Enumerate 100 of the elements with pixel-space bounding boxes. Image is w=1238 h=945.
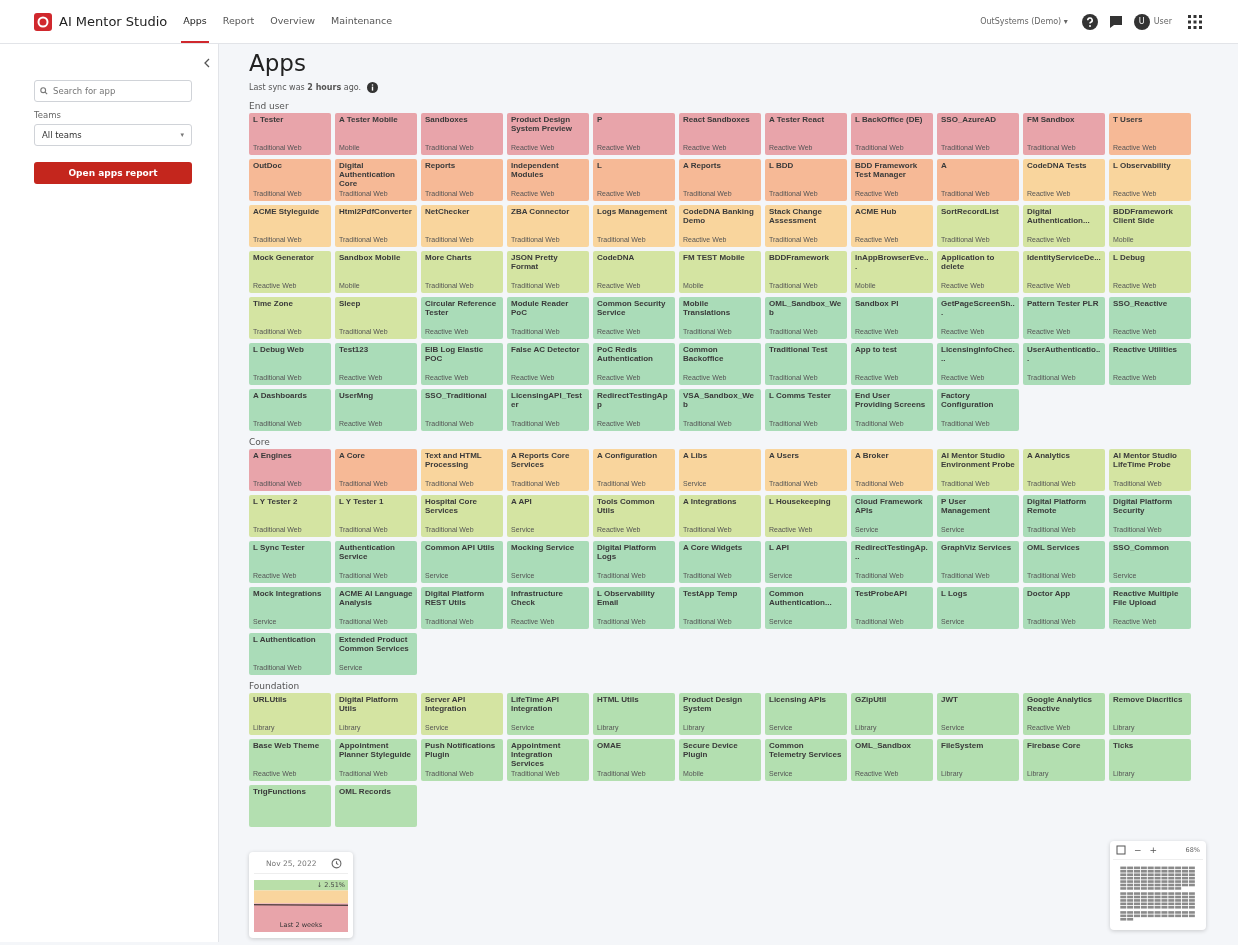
app-name: A Dashboards xyxy=(253,392,308,401)
app-name: Common Telemetry Services xyxy=(769,742,843,760)
app-name: Time Zone xyxy=(253,300,294,309)
app-name: URLUtils xyxy=(253,696,288,705)
app-name: P xyxy=(597,116,604,125)
app-name: Module Reader PoC xyxy=(511,300,570,318)
app-name: L Authentication xyxy=(253,636,317,645)
info-icon[interactable] xyxy=(367,82,379,93)
app-name: React Sandboxes xyxy=(683,116,751,125)
app-name: Appointment Integration Services xyxy=(511,742,562,769)
app-name: BDD Framework Test Manager xyxy=(855,162,919,180)
app-name: Common Authentication... xyxy=(769,590,833,608)
history-icon[interactable] xyxy=(331,858,342,869)
app-name: L Debug xyxy=(1113,254,1146,263)
app-name: Digital Platform Security xyxy=(1113,498,1174,516)
app-name: L BackOffice (DE) xyxy=(855,116,924,125)
app-name: L Y Tester 2 xyxy=(253,498,299,507)
search-field[interactable]: Search for app xyxy=(34,80,192,102)
app-name: Digital Platform Remote xyxy=(1027,498,1088,516)
app-name: Extended Product Common Services xyxy=(339,636,410,654)
app-name: Appointment Planner Styleguide xyxy=(339,742,413,760)
app-name: A Libs xyxy=(683,452,709,461)
app-name: RedirectTestingAp... xyxy=(855,544,929,562)
nav-tab[interactable]: Maintenance xyxy=(329,0,395,43)
app-name: False AC Detector xyxy=(511,346,581,355)
app-name: Mocking Service xyxy=(511,544,576,553)
app-name: FM TEST Mobile xyxy=(683,254,746,263)
chat-icon[interactable] xyxy=(1107,13,1124,30)
app-name: Circular Reference Tester xyxy=(425,300,498,318)
app-name: LifeTime API Integration xyxy=(511,696,560,714)
app-name: A Integrations xyxy=(683,498,738,507)
app-name: Common Backoffice xyxy=(683,346,725,364)
app-name: Base Web Theme xyxy=(253,742,321,751)
app-tile[interactable]: TrigFunctions xyxy=(249,785,331,827)
app-name: TrigFunctions xyxy=(253,788,307,797)
app-name: Google Analytics Reactive xyxy=(1027,696,1094,714)
app-name: OML Services xyxy=(1027,544,1081,553)
app-name: LicensingInfoChec... xyxy=(941,346,1015,364)
app-name: Test123 xyxy=(339,346,370,355)
app-name: TestApp Temp xyxy=(683,590,739,599)
app-name: Stack Change Assessment xyxy=(769,208,823,226)
app-name: Secure Device Plugin xyxy=(683,742,739,760)
app-name: Mock Integrations xyxy=(253,590,323,599)
app-tile[interactable]: OML Records xyxy=(335,785,417,827)
app-name: CodeDNA xyxy=(597,254,636,263)
product-name: AI Mentor Studio xyxy=(59,14,168,29)
app-name: Doctor App xyxy=(1027,590,1072,599)
app-name: Hospital Core Services xyxy=(425,498,478,516)
app-name: JSON Pretty Format xyxy=(511,254,559,272)
app-name: Licensing APIs xyxy=(769,696,828,705)
app-name: Sandbox Mobile xyxy=(339,254,402,263)
app-name: Sandbox PI xyxy=(855,300,900,309)
zoom-out-button[interactable]: − xyxy=(1134,845,1142,855)
app-name: A Users xyxy=(769,452,800,461)
app-name: OutDoc xyxy=(253,162,283,171)
app-name: VSA_Sandbox_Web xyxy=(683,392,755,410)
app-name: Digital Authentication Core xyxy=(339,162,396,189)
app-name: OML_Sandbox xyxy=(855,742,912,751)
app-name: Firebase Core xyxy=(1027,742,1082,751)
app-name: A Core Widgets xyxy=(683,544,744,553)
app-name: Logs Management xyxy=(597,208,669,217)
app-name: Remove Diacritics xyxy=(1113,696,1184,705)
app-name: NetChecker xyxy=(425,208,471,217)
app-name: FM Sandbox xyxy=(1027,116,1076,125)
app-name: GraphViz Services xyxy=(941,544,1013,553)
app-name: CodeDNA Tests xyxy=(1027,162,1088,171)
search-icon xyxy=(40,87,48,95)
page-title: Apps xyxy=(249,50,307,76)
open-report-button[interactable]: Open apps report xyxy=(34,162,192,184)
apps-grid-icon[interactable] xyxy=(1188,14,1202,29)
zoom-in-button[interactable]: + xyxy=(1149,845,1158,855)
avatar-initial[interactable]: U xyxy=(1133,13,1150,30)
app-name: T Users xyxy=(1113,116,1144,125)
app-name: Server API Integration xyxy=(425,696,468,714)
app-name: AI Mentor Studio LifeTime Probe xyxy=(1113,452,1178,470)
app-name: Mock Generator xyxy=(253,254,315,263)
help-icon[interactable] xyxy=(1081,13,1098,30)
app-name: L Logs xyxy=(941,590,969,599)
username-label[interactable]: User xyxy=(1153,17,1172,26)
nav-tab[interactable]: Report xyxy=(220,0,257,43)
nav-tab[interactable]: Overview xyxy=(268,0,317,43)
app-name: L Y Tester 1 xyxy=(339,498,385,507)
app-name: TestProbeAPI xyxy=(855,590,908,599)
app-name: A Analytics xyxy=(1027,452,1071,461)
app-name: SSO_Traditional xyxy=(425,392,488,401)
app-name: Digital Platform Utils xyxy=(339,696,400,714)
app-name: L xyxy=(597,162,603,171)
fit-screen-icon[interactable] xyxy=(1116,845,1126,855)
app-name: Text and HTML Processing xyxy=(425,452,483,470)
app-name: BDDFramework Client Side xyxy=(1113,208,1174,226)
app-name: OMAE xyxy=(597,742,622,751)
group-heading: End user xyxy=(249,101,290,111)
app-name: GetPageScreenSh... xyxy=(941,300,1015,318)
app-name: L Observability xyxy=(1113,162,1172,171)
collapse-chevron-icon[interactable] xyxy=(204,58,210,68)
tenant-dropdown[interactable]: OutSystems (Demo) ▾ xyxy=(980,17,1068,26)
app-name: FileSystem xyxy=(941,742,985,751)
app-name: Product Design System Preview xyxy=(511,116,573,134)
app-name: OML Records xyxy=(339,788,392,797)
app-name: Infrastructure Check xyxy=(511,590,564,608)
